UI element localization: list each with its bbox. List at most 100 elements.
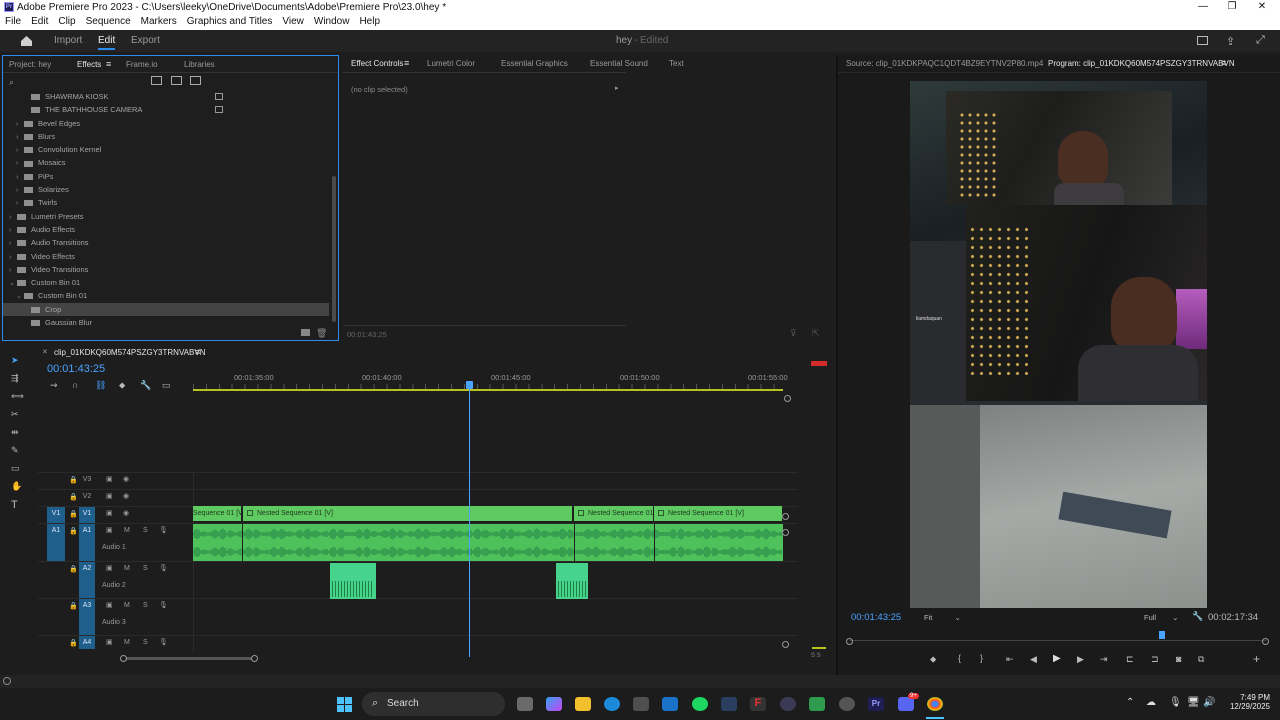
solo-buttons[interactable]: S S [811, 653, 821, 659]
rectangle-tool-icon[interactable]: ▭ [11, 463, 20, 474]
premiere-taskbar-icon[interactable]: Pr [868, 697, 884, 711]
edge-icon[interactable] [604, 697, 620, 711]
tab-text[interactable]: Text [669, 59, 684, 68]
settings-wrench-icon[interactable]: 🔧 [140, 380, 151, 391]
new-bin-icon[interactable] [301, 329, 310, 336]
onedrive-icon[interactable]: ☁ [1146, 697, 1156, 708]
chevron-icon[interactable]: › [16, 184, 24, 197]
outlook-icon[interactable] [662, 697, 678, 711]
mark-out-icon[interactable]: } [980, 653, 983, 663]
yuv-effects-icon[interactable] [190, 76, 201, 85]
hand-tool-icon[interactable]: ✋ [11, 481, 22, 492]
add-marker-icon[interactable]: ⬥ [930, 654, 936, 665]
close-icon[interactable]: ✕ [1248, 0, 1276, 15]
program-playhead[interactable] [1159, 631, 1165, 639]
type-tool-icon[interactable]: T [11, 499, 18, 511]
tab-essential-sound[interactable]: Essential Sound [590, 59, 648, 68]
clock[interactable]: 7:49 PM 12/29/2025 [1225, 693, 1270, 711]
playhead-line[interactable] [469, 389, 470, 657]
taskbar-search[interactable]: ⌕ Search [362, 692, 505, 716]
export-frame-icon[interactable]: ◙ [1176, 654, 1181, 664]
snap-icon[interactable]: ∩ [72, 380, 78, 390]
home-icon[interactable] [20, 35, 33, 47]
selection-tool-icon[interactable]: ➤ [11, 355, 19, 366]
menu-clip[interactable]: Clip [53, 15, 80, 29]
quick-export-icon[interactable] [1197, 36, 1208, 45]
insert-sequence-icon[interactable]: ⇝ [50, 380, 58, 391]
minimize-icon[interactable]: — [1189, 0, 1217, 15]
tray-expand-icon[interactable]: ⌃ [1126, 697, 1134, 708]
tab-effects[interactable]: Effects [77, 60, 101, 69]
program-timecode[interactable]: 00:01:43:25 [851, 612, 901, 623]
captions-icon[interactable]: ▭ [162, 380, 171, 391]
pen-tool-icon[interactable]: ✎ [11, 445, 19, 456]
program-scrubber[interactable] [850, 640, 1266, 641]
spotify-icon[interactable] [692, 697, 708, 711]
ripple-edit-tool-icon[interactable]: ⟺ [11, 391, 24, 402]
fullscreen-icon[interactable]: ⤢ [1256, 34, 1265, 47]
razor-tool-icon[interactable]: ✂ [11, 409, 19, 420]
effects-tree-item[interactable]: SHAWRMA KIOSK [3, 90, 329, 103]
tab-frameio[interactable]: Frame.io [126, 60, 158, 69]
tab-libraries[interactable]: Libraries [184, 60, 215, 69]
audio2-clip-2[interactable] [556, 563, 588, 599]
share-icon[interactable]: ⇪ [1226, 35, 1235, 48]
menu-edit[interactable]: Edit [26, 15, 53, 29]
effects-tree-item[interactable]: Crop [3, 302, 329, 317]
app-arrow-icon[interactable] [780, 697, 796, 711]
effects-tree-item[interactable]: › Audio Transitions [3, 236, 329, 249]
effects-tree-item[interactable]: › Lumetri Presets [3, 210, 329, 223]
video-clip[interactable]: Nested Sequence 01 [V] [654, 506, 782, 521]
tab-essential-graphics[interactable]: Essential Graphics [501, 59, 568, 68]
file-explorer-icon[interactable] [575, 697, 591, 711]
play-icon[interactable]: ▶ [1053, 653, 1061, 664]
menu-graphics-and-titles[interactable]: Graphics and Titles [182, 15, 278, 29]
resolution-select[interactable]: Full ⌄ [1144, 613, 1178, 622]
video-clip[interactable]: Nested Sequence 01 [ [574, 506, 653, 521]
go-to-out-icon[interactable]: ⇥ [1100, 654, 1108, 665]
tab-sequence[interactable]: clip_01KDKQ60M574PSZGY3TRNVABVN [54, 348, 205, 357]
chevron-icon[interactable]: › [9, 237, 17, 250]
effects-tree-item[interactable]: › Twirls [3, 196, 329, 209]
panel-menu-icon[interactable]: ≡ [195, 347, 200, 357]
accelerated-effects-icon[interactable] [151, 76, 162, 85]
mark-in-icon[interactable]: { [958, 653, 961, 663]
video-clip[interactable]: Nested Sequence 01 [V] [243, 506, 572, 521]
close-icon[interactable]: ✕ [42, 348, 48, 356]
menu-view[interactable]: View [277, 15, 309, 29]
effects-tree-item[interactable]: › Mosaics [3, 156, 329, 169]
chevron-icon[interactable]: › [9, 211, 17, 224]
chevron-icon[interactable]: › [9, 264, 17, 277]
button-editor-icon[interactable]: + [1253, 652, 1260, 666]
network-icon[interactable]: 🖥 [1187, 697, 1200, 708]
add-marker-icon[interactable]: ⬥ [119, 380, 125, 391]
menu-window[interactable]: Window [309, 15, 355, 29]
step-back-icon[interactable]: ◀ [1030, 654, 1037, 665]
app-gear-icon[interactable] [839, 697, 855, 711]
effects-tree-item[interactable]: › Audio Effects [3, 223, 329, 236]
effects-tree-item[interactable]: › Video Transitions [3, 263, 329, 276]
effects-tree-item[interactable]: THE BATHHOUSE CAMERA [3, 103, 329, 116]
effects-tree-item[interactable]: › Solarizes [3, 183, 329, 196]
panel-menu-icon[interactable]: ≡ [106, 59, 111, 69]
chevron-icon[interactable]: › [16, 171, 24, 184]
search-icon[interactable]: ⌕ [9, 77, 14, 88]
32bit-effects-icon[interactable] [171, 76, 182, 85]
store-icon[interactable] [633, 697, 649, 711]
menu-help[interactable]: Help [354, 15, 385, 29]
scrollbar[interactable] [332, 176, 336, 322]
tab-source[interactable]: Source: clip_01KDKPAQC1QDT4BZ9EYTNV2P80.… [846, 59, 1043, 68]
wrench-icon[interactable]: 🔧 [1192, 611, 1203, 622]
maximize-icon[interactable]: ❐ [1218, 0, 1246, 15]
steam-icon[interactable] [721, 697, 737, 711]
go-to-in-icon[interactable]: ⇤ [1006, 654, 1014, 665]
slip-tool-icon[interactable]: ⇹ [11, 427, 19, 438]
chevron-icon[interactable]: › [9, 251, 17, 264]
menu-markers[interactable]: Markers [136, 15, 182, 29]
tab-effect-controls[interactable]: Effect Controls [351, 59, 403, 68]
effects-tree-item[interactable]: › Bevel Edges [3, 117, 329, 130]
scroll-start-handle[interactable] [846, 638, 853, 645]
lift-icon[interactable]: ⊏ [1126, 654, 1134, 665]
workspace-export[interactable]: Export [131, 35, 160, 46]
chrome-icon[interactable] [927, 697, 943, 711]
